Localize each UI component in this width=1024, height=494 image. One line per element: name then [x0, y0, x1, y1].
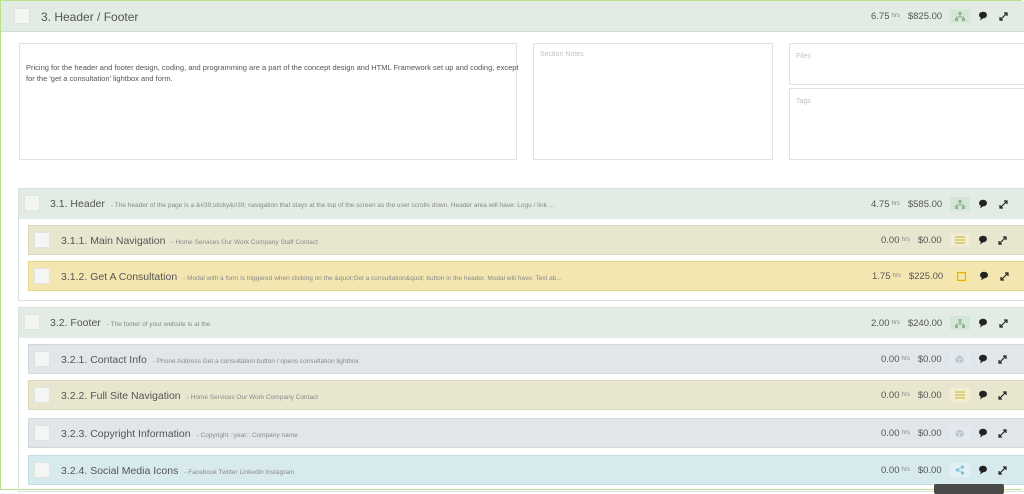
comment-icon[interactable] [976, 233, 990, 247]
section-description-box[interactable]: Pricing for the header and footer design… [19, 43, 519, 160]
expand-icon[interactable] [996, 352, 1010, 366]
files-field[interactable]: Files [789, 43, 1024, 85]
item-title: 3.2.4. Social Media Icons - Facebook Twit… [61, 465, 295, 477]
collapse-icon[interactable] [996, 9, 1010, 23]
tags-placeholder: Tags [796, 98, 811, 105]
expand-icon[interactable] [996, 197, 1010, 211]
expand-icon[interactable] [996, 426, 1010, 440]
item-row-copyright-information[interactable]: 3.2.3. Copyright Information - Copyright … [28, 418, 1024, 448]
group-meta: 4.75 hrs $585.00 [871, 189, 1010, 219]
item-title: 3.1.2. Get A Consultation - Modal with a … [61, 271, 562, 283]
item-row-main-navigation[interactable]: 3.1.1. Main Navigation - Home Services Ou… [28, 225, 1024, 255]
item-meta: 0.00 hrs $0.00 [881, 381, 1010, 409]
expand-icon[interactable] [997, 269, 1011, 283]
cube-icon[interactable] [949, 426, 970, 440]
section-checkbox[interactable] [14, 8, 30, 24]
comment-icon[interactable] [976, 316, 990, 330]
item-checkbox[interactable] [34, 268, 50, 284]
comment-icon[interactable] [976, 388, 990, 402]
item-title: 3.2.1. Contact Info - Phone Address Get a… [61, 354, 359, 366]
group-row-header[interactable]: 3.1. Header - The header of the page is a… [19, 189, 1024, 219]
item-meta: 0.00 hrs $0.00 [881, 456, 1010, 484]
comment-icon[interactable] [976, 352, 990, 366]
list-icon[interactable] [949, 233, 970, 247]
comment-icon[interactable] [977, 269, 991, 283]
sitemap-icon[interactable] [950, 197, 971, 211]
item-row-social-media-icons[interactable]: 3.2.4. Social Media Icons - Facebook Twit… [28, 455, 1024, 485]
item-meta: 1.75 hrs $225.00 [872, 262, 1011, 290]
comment-icon[interactable] [976, 9, 990, 23]
item-row-full-site-navigation[interactable]: 3.2.2. Full Site Navigation - Home Servic… [28, 380, 1024, 410]
section-title: 3. Header / Footer [41, 10, 139, 24]
group-title: 3.1. Header - The header of the page is a… [50, 198, 555, 210]
item-title: 3.2.2. Full Site Navigation - Home Servic… [61, 390, 319, 402]
cube-icon[interactable] [949, 352, 970, 366]
item-checkbox[interactable] [34, 351, 50, 367]
tags-field[interactable]: Tags [789, 88, 1024, 160]
item-meta: 0.00 hrs $0.00 [881, 419, 1010, 447]
group-title: 3.2. Footer - The footer of your website … [50, 317, 211, 329]
expand-icon[interactable] [996, 233, 1010, 247]
item-checkbox[interactable] [34, 462, 50, 478]
expand-icon[interactable] [996, 388, 1010, 402]
list-icon[interactable] [949, 388, 970, 402]
group-meta: 2.00 hrs $240.00 [871, 308, 1010, 338]
comment-icon[interactable] [976, 197, 990, 211]
group-row-footer[interactable]: 3.2. Footer - The footer of your website … [19, 308, 1024, 338]
section-price: $825.00 [907, 10, 943, 22]
comment-icon[interactable] [976, 426, 990, 440]
section-notes-placeholder: Section Notes [540, 51, 584, 58]
sitemap-icon[interactable] [950, 316, 971, 330]
section-meta: 6.75 hrs $825.00 [871, 1, 1010, 31]
section-hours: 6.75 [871, 10, 890, 22]
section-notes-field[interactable]: Section Notes [533, 43, 773, 160]
expand-icon[interactable] [996, 316, 1010, 330]
group-checkbox[interactable] [24, 314, 40, 330]
item-checkbox[interactable] [34, 387, 50, 403]
section-header-bar[interactable]: 3. Header / Footer 6.75 hrs $825.00 [1, 1, 1024, 32]
window-icon[interactable] [951, 269, 972, 283]
item-meta: 0.00 hrs $0.00 [881, 226, 1010, 254]
files-placeholder: Files [796, 53, 811, 60]
item-title: 3.1.1. Main Navigation - Home Services Ou… [61, 235, 318, 247]
comment-icon[interactable] [976, 463, 990, 477]
section-hours-unit: hrs [891, 13, 900, 19]
item-row-contact-info[interactable]: 3.2.1. Contact Info - Phone Address Get a… [28, 344, 1024, 374]
section-description: Pricing for the header and footer design… [26, 63, 519, 83]
tooltip-popup [934, 484, 1004, 494]
item-row-get-a-consultation[interactable]: 3.1.2. Get A Consultation - Modal with a … [28, 261, 1024, 291]
item-checkbox[interactable] [34, 425, 50, 441]
item-title: 3.2.3. Copyright Information - Copyright … [61, 428, 298, 440]
item-meta: 0.00 hrs $0.00 [881, 345, 1010, 373]
expand-icon[interactable] [996, 463, 1010, 477]
group-checkbox[interactable] [24, 195, 40, 211]
item-checkbox[interactable] [34, 232, 50, 248]
sitemap-icon[interactable] [950, 9, 971, 23]
share-icon[interactable] [949, 463, 970, 477]
